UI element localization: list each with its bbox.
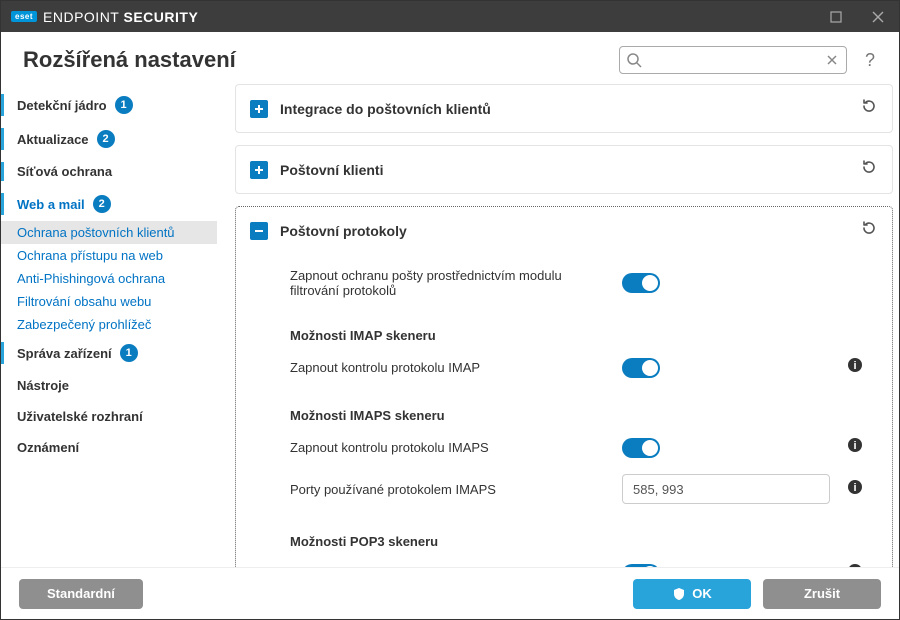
panel-postovni-protokoly: Poštovní protokoly Zapnout ochranu pošty… [235, 206, 893, 567]
content-scroll[interactable]: Integrace do poštovních klientů Poštovní… [217, 84, 899, 567]
svg-text:i: i [853, 482, 856, 494]
search-icon [626, 52, 642, 73]
app-window: eset ENDPOINT SECURITY Rozšířená nastave… [0, 0, 900, 620]
sidebar-item-label: Nástroje [17, 378, 69, 393]
sidebar-item-label: Uživatelské rozhraní [17, 409, 143, 424]
logo-text: ENDPOINT SECURITY [43, 9, 198, 25]
cancel-button[interactable]: Zrušit [763, 579, 881, 609]
toggle-imaps[interactable] [622, 438, 660, 458]
sidebar-item-label: Správa zařízení [17, 346, 112, 361]
badge: 2 [97, 130, 115, 148]
panel-body: Zapnout ochranu pošty prostřednictvím mo… [236, 254, 892, 567]
toggle-imap[interactable] [622, 358, 660, 378]
panel-header-postovni-protokoly[interactable]: Poštovní protokoly [236, 207, 892, 254]
main: Integrace do poštovních klientů Poštovní… [217, 84, 899, 567]
sidebar-item-uzivatelske-rozhrani[interactable]: Uživatelské rozhraní [1, 401, 217, 432]
row-label: Porty používané protokolem IMAPS [290, 482, 610, 497]
sidebar-item-web-a-mail[interactable]: Web a mail 2 [1, 187, 217, 221]
page-header: Rozšířená nastavení ? [1, 32, 899, 84]
row-label: Zapnout ochranu pošty prostřednictvím mo… [290, 268, 610, 298]
svg-text:i: i [853, 360, 856, 372]
body: Detekční jádro 1 Aktualizace 2 Síťová ochr… [1, 84, 899, 567]
logo-text-thin: ENDPOINT [43, 9, 123, 25]
sidebar-item-sitova-ochrana[interactable]: Síťová ochrana [1, 156, 217, 187]
info-icon[interactable]: i [847, 437, 863, 458]
sidebar-item-label: Zabezpečený prohlížeč [17, 317, 151, 332]
badge: 1 [115, 96, 133, 114]
panel-title: Poštovní klienti [280, 162, 848, 178]
sidebar-item-filtrovani-obsahu[interactable]: Filtrování obsahu webu [1, 290, 217, 313]
row-imaps-enable: Zapnout kontrolu protokolu IMAPS i [290, 429, 878, 466]
subheading-imaps: Možnosti IMAPS skeneru [290, 386, 878, 429]
row-enable-mail-protection: Zapnout ochranu pošty prostřednictvím mo… [290, 260, 878, 306]
ok-button-label: OK [692, 586, 712, 601]
badge: 2 [93, 195, 111, 213]
panel-title: Poštovní protokoly [280, 223, 848, 239]
sidebar-item-label: Anti-Phishingová ochrana [17, 271, 165, 286]
row-label: Zapnout kontrolu protokolu IMAP [290, 360, 610, 375]
window-controls [815, 1, 899, 32]
sidebar-item-label: Filtrování obsahu webu [17, 294, 151, 309]
ok-button[interactable]: OK [633, 579, 751, 609]
sidebar-item-nastroje[interactable]: Nástroje [1, 370, 217, 401]
app-logo: eset ENDPOINT SECURITY [11, 9, 198, 25]
footer: Standardní OK Zrušit [1, 567, 899, 619]
sidebar-item-label: Aktualizace [17, 132, 89, 147]
sidebar-item-detekcni-jadro[interactable]: Detekční jádro 1 [1, 88, 217, 122]
reset-icon[interactable] [860, 219, 878, 242]
row-imap-enable: Zapnout kontrolu protokolu IMAP i [290, 349, 878, 386]
sidebar-item-label: Ochrana přístupu na web [17, 248, 163, 263]
panel-title: Integrace do poštovních klientů [280, 101, 848, 117]
search-box[interactable] [619, 46, 847, 74]
row-pop3-enable: Zapnout kontrolu protokolu POP3 i [290, 555, 878, 567]
panel-header-integrace[interactable]: Integrace do poštovních klientů [236, 85, 892, 132]
svg-text:i: i [853, 440, 856, 452]
toggle-pop3[interactable] [622, 564, 660, 568]
sidebar-item-ochrana-pristupu-na-web[interactable]: Ochrana přístupu na web [1, 244, 217, 267]
badge: 1 [120, 344, 138, 362]
titlebar: eset ENDPOINT SECURITY [1, 1, 899, 32]
shield-icon [672, 587, 686, 601]
window-maximize-button[interactable] [815, 1, 857, 32]
sidebar: Detekční jádro 1 Aktualizace 2 Síťová ochr… [1, 84, 217, 567]
page-title: Rozšířená nastavení [23, 47, 236, 73]
collapse-icon [250, 222, 268, 240]
info-icon[interactable]: i [847, 479, 863, 500]
subheading-pop3: Možnosti POP3 skeneru [290, 512, 878, 555]
expand-icon [250, 161, 268, 179]
logo-badge: eset [11, 11, 37, 22]
window-close-button[interactable] [857, 1, 899, 32]
sidebar-item-label: Web a mail [17, 197, 85, 212]
toggle-enable-mail-protection[interactable] [622, 273, 660, 293]
panel-header-postovni-klienti[interactable]: Poštovní klienti [236, 146, 892, 193]
sidebar-item-oznameni[interactable]: Oznámení [1, 432, 217, 463]
row-label: Zapnout kontrolu protokolu IMAPS [290, 440, 610, 455]
info-icon[interactable]: i [847, 357, 863, 378]
sidebar-item-label: Ochrana poštovních klientů [17, 225, 175, 240]
sidebar-item-zabezpeceny-prohlizec[interactable]: Zabezpečený prohlížeč [1, 313, 217, 336]
sidebar-item-label: Oznámení [17, 440, 79, 455]
sidebar-item-label: Síťová ochrana [17, 164, 112, 179]
imaps-ports-input[interactable] [622, 474, 830, 504]
default-button[interactable]: Standardní [19, 579, 143, 609]
sidebar-item-sprava-zarizeni[interactable]: Správa zařízení 1 [1, 336, 217, 370]
panel-integrace: Integrace do poštovních klientů [235, 84, 893, 133]
sidebar-item-aktualizace[interactable]: Aktualizace 2 [1, 122, 217, 156]
subheading-imap: Možnosti IMAP skeneru [290, 306, 878, 349]
search-input[interactable] [646, 53, 820, 68]
maximize-icon [830, 11, 842, 23]
reset-icon[interactable] [860, 97, 878, 120]
panel-postovni-klienti: Poštovní klienti [235, 145, 893, 194]
close-icon [872, 11, 884, 23]
expand-icon [250, 100, 268, 118]
reset-icon[interactable] [860, 158, 878, 181]
sidebar-item-label: Detekční jádro [17, 98, 107, 113]
row-imaps-ports: Porty používané protokolem IMAPS i [290, 466, 878, 512]
logo-text-bold: SECURITY [124, 9, 199, 25]
sidebar-item-ochrana-postovnich-klientu[interactable]: Ochrana poštovních klientů [1, 221, 217, 244]
sidebar-item-anti-phishing[interactable]: Anti-Phishingová ochrana [1, 267, 217, 290]
help-button[interactable]: ? [859, 50, 881, 71]
search-clear-button[interactable] [824, 52, 840, 73]
